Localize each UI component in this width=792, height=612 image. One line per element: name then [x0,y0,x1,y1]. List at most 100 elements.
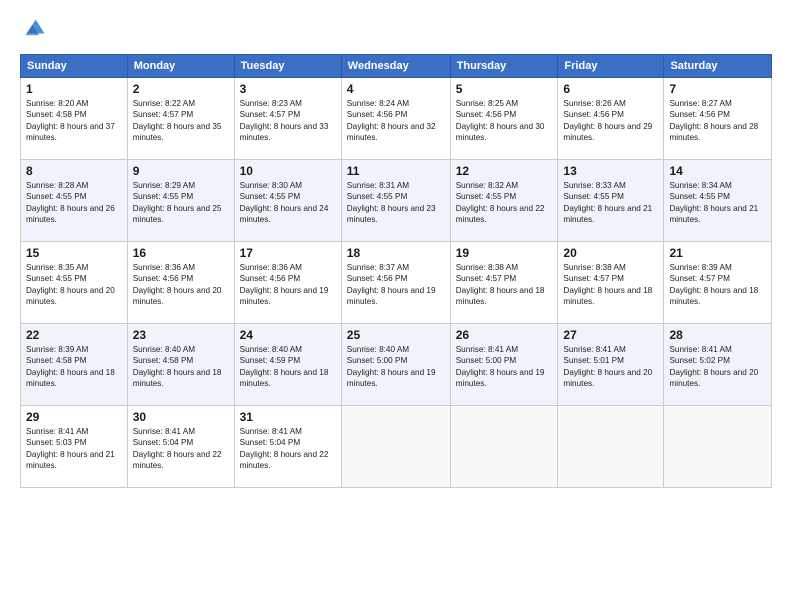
day-info: Sunrise: 8:38 AM Sunset: 4:57 PM Dayligh… [563,262,658,308]
day-number: 19 [456,246,553,260]
day-number: 4 [347,82,445,96]
day-info: Sunrise: 8:33 AM Sunset: 4:55 PM Dayligh… [563,180,658,226]
logo [20,16,52,44]
day-info: Sunrise: 8:20 AM Sunset: 4:58 PM Dayligh… [26,98,122,144]
day-number: 8 [26,164,122,178]
day-number: 10 [240,164,336,178]
day-cell: 6 Sunrise: 8:26 AM Sunset: 4:56 PM Dayli… [558,78,664,160]
day-cell: 18 Sunrise: 8:37 AM Sunset: 4:56 PM Dayl… [341,242,450,324]
day-cell: 31 Sunrise: 8:41 AM Sunset: 5:04 PM Dayl… [234,406,341,488]
day-cell: 15 Sunrise: 8:35 AM Sunset: 4:55 PM Dayl… [21,242,128,324]
day-cell: 24 Sunrise: 8:40 AM Sunset: 4:59 PM Dayl… [234,324,341,406]
day-number: 3 [240,82,336,96]
week-row-3: 15 Sunrise: 8:35 AM Sunset: 4:55 PM Dayl… [21,242,772,324]
day-cell: 3 Sunrise: 8:23 AM Sunset: 4:57 PM Dayli… [234,78,341,160]
day-info: Sunrise: 8:39 AM Sunset: 4:57 PM Dayligh… [669,262,766,308]
day-number: 21 [669,246,766,260]
weekday-header-friday: Friday [558,55,664,78]
day-info: Sunrise: 8:41 AM Sunset: 5:03 PM Dayligh… [26,426,122,472]
week-row-2: 8 Sunrise: 8:28 AM Sunset: 4:55 PM Dayli… [21,160,772,242]
day-number: 20 [563,246,658,260]
day-info: Sunrise: 8:25 AM Sunset: 4:56 PM Dayligh… [456,98,553,144]
day-info: Sunrise: 8:40 AM Sunset: 4:58 PM Dayligh… [133,344,229,390]
day-info: Sunrise: 8:41 AM Sunset: 5:02 PM Dayligh… [669,344,766,390]
day-cell [341,406,450,488]
day-cell: 1 Sunrise: 8:20 AM Sunset: 4:58 PM Dayli… [21,78,128,160]
day-info: Sunrise: 8:36 AM Sunset: 4:56 PM Dayligh… [240,262,336,308]
day-number: 26 [456,328,553,342]
day-cell [558,406,664,488]
day-number: 30 [133,410,229,424]
day-info: Sunrise: 8:40 AM Sunset: 4:59 PM Dayligh… [240,344,336,390]
day-info: Sunrise: 8:28 AM Sunset: 4:55 PM Dayligh… [26,180,122,226]
day-info: Sunrise: 8:22 AM Sunset: 4:57 PM Dayligh… [133,98,229,144]
day-number: 22 [26,328,122,342]
day-cell: 25 Sunrise: 8:40 AM Sunset: 5:00 PM Dayl… [341,324,450,406]
day-number: 9 [133,164,229,178]
day-cell: 22 Sunrise: 8:39 AM Sunset: 4:58 PM Dayl… [21,324,128,406]
day-cell: 23 Sunrise: 8:40 AM Sunset: 4:58 PM Dayl… [127,324,234,406]
day-info: Sunrise: 8:41 AM Sunset: 5:04 PM Dayligh… [133,426,229,472]
day-number: 6 [563,82,658,96]
day-info: Sunrise: 8:23 AM Sunset: 4:57 PM Dayligh… [240,98,336,144]
day-number: 24 [240,328,336,342]
day-info: Sunrise: 8:40 AM Sunset: 5:00 PM Dayligh… [347,344,445,390]
day-number: 14 [669,164,766,178]
day-info: Sunrise: 8:31 AM Sunset: 4:55 PM Dayligh… [347,180,445,226]
day-number: 18 [347,246,445,260]
week-row-1: 1 Sunrise: 8:20 AM Sunset: 4:58 PM Dayli… [21,78,772,160]
weekday-header-sunday: Sunday [21,55,128,78]
day-number: 11 [347,164,445,178]
day-cell: 13 Sunrise: 8:33 AM Sunset: 4:55 PM Dayl… [558,160,664,242]
day-info: Sunrise: 8:30 AM Sunset: 4:55 PM Dayligh… [240,180,336,226]
day-info: Sunrise: 8:36 AM Sunset: 4:56 PM Dayligh… [133,262,229,308]
day-number: 12 [456,164,553,178]
page: SundayMondayTuesdayWednesdayThursdayFrid… [0,0,792,612]
weekday-header-monday: Monday [127,55,234,78]
day-info: Sunrise: 8:24 AM Sunset: 4:56 PM Dayligh… [347,98,445,144]
day-info: Sunrise: 8:32 AM Sunset: 4:55 PM Dayligh… [456,180,553,226]
day-info: Sunrise: 8:27 AM Sunset: 4:56 PM Dayligh… [669,98,766,144]
day-cell: 30 Sunrise: 8:41 AM Sunset: 5:04 PM Dayl… [127,406,234,488]
day-info: Sunrise: 8:41 AM Sunset: 5:00 PM Dayligh… [456,344,553,390]
day-number: 25 [347,328,445,342]
day-cell: 14 Sunrise: 8:34 AM Sunset: 4:55 PM Dayl… [664,160,772,242]
day-cell: 4 Sunrise: 8:24 AM Sunset: 4:56 PM Dayli… [341,78,450,160]
weekday-header-wednesday: Wednesday [341,55,450,78]
day-number: 23 [133,328,229,342]
calendar-table: SundayMondayTuesdayWednesdayThursdayFrid… [20,54,772,488]
day-cell: 20 Sunrise: 8:38 AM Sunset: 4:57 PM Dayl… [558,242,664,324]
day-cell: 11 Sunrise: 8:31 AM Sunset: 4:55 PM Dayl… [341,160,450,242]
day-number: 31 [240,410,336,424]
day-cell: 2 Sunrise: 8:22 AM Sunset: 4:57 PM Dayli… [127,78,234,160]
day-cell: 7 Sunrise: 8:27 AM Sunset: 4:56 PM Dayli… [664,78,772,160]
day-number: 27 [563,328,658,342]
day-cell: 8 Sunrise: 8:28 AM Sunset: 4:55 PM Dayli… [21,160,128,242]
weekday-header-tuesday: Tuesday [234,55,341,78]
day-info: Sunrise: 8:26 AM Sunset: 4:56 PM Dayligh… [563,98,658,144]
weekday-header-saturday: Saturday [664,55,772,78]
day-cell: 5 Sunrise: 8:25 AM Sunset: 4:56 PM Dayli… [450,78,558,160]
day-cell: 17 Sunrise: 8:36 AM Sunset: 4:56 PM Dayl… [234,242,341,324]
day-cell: 29 Sunrise: 8:41 AM Sunset: 5:03 PM Dayl… [21,406,128,488]
day-number: 29 [26,410,122,424]
day-info: Sunrise: 8:39 AM Sunset: 4:58 PM Dayligh… [26,344,122,390]
day-number: 13 [563,164,658,178]
logo-icon [20,16,48,44]
day-cell: 19 Sunrise: 8:38 AM Sunset: 4:57 PM Dayl… [450,242,558,324]
day-number: 28 [669,328,766,342]
day-info: Sunrise: 8:41 AM Sunset: 5:01 PM Dayligh… [563,344,658,390]
week-row-5: 29 Sunrise: 8:41 AM Sunset: 5:03 PM Dayl… [21,406,772,488]
day-info: Sunrise: 8:35 AM Sunset: 4:55 PM Dayligh… [26,262,122,308]
day-number: 1 [26,82,122,96]
header [20,16,772,44]
day-cell: 12 Sunrise: 8:32 AM Sunset: 4:55 PM Dayl… [450,160,558,242]
day-number: 17 [240,246,336,260]
day-cell: 16 Sunrise: 8:36 AM Sunset: 4:56 PM Dayl… [127,242,234,324]
week-row-4: 22 Sunrise: 8:39 AM Sunset: 4:58 PM Dayl… [21,324,772,406]
calendar-body: 1 Sunrise: 8:20 AM Sunset: 4:58 PM Dayli… [21,78,772,488]
day-cell: 27 Sunrise: 8:41 AM Sunset: 5:01 PM Dayl… [558,324,664,406]
day-cell [664,406,772,488]
day-number: 5 [456,82,553,96]
day-number: 2 [133,82,229,96]
